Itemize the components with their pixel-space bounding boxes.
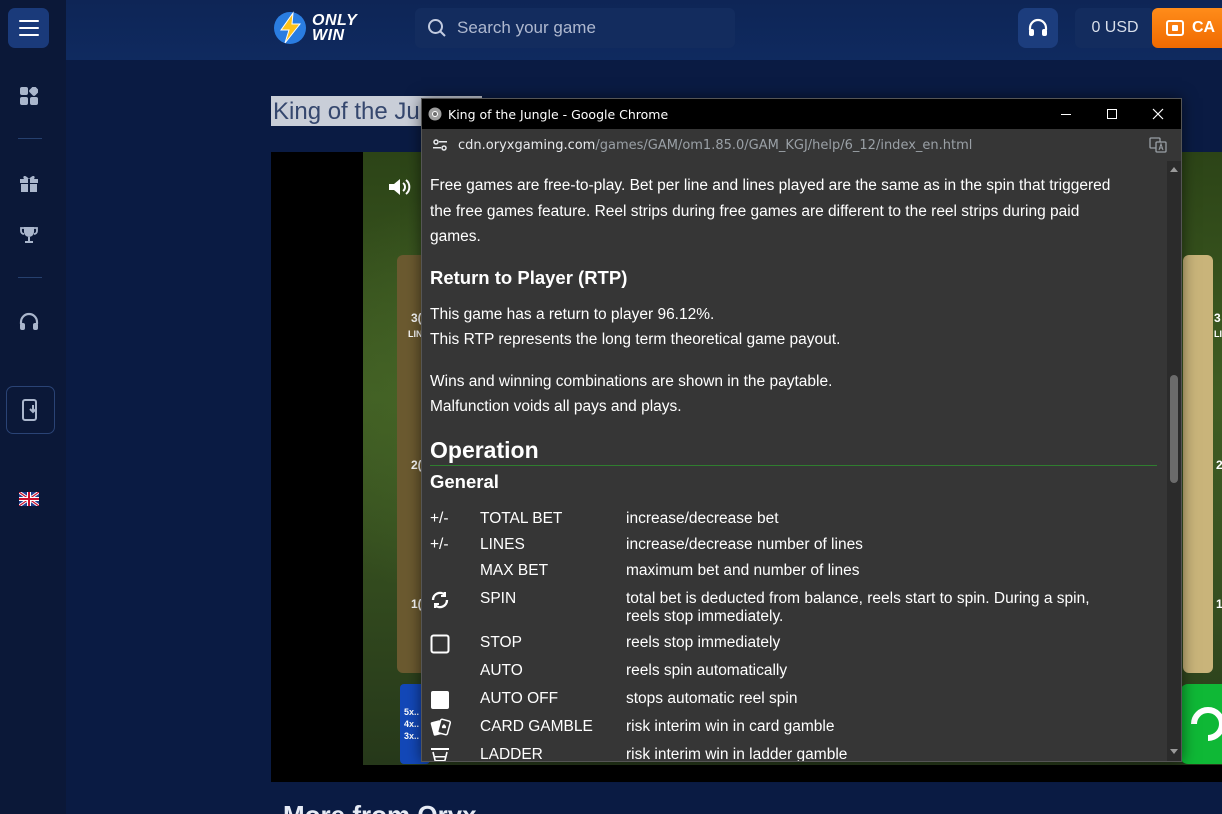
control-name: AUTO xyxy=(480,662,523,679)
url-text[interactable]: cdn.oryxgaming.com/games/GAM/om1.85.0/GA… xyxy=(458,138,972,153)
help-content[interactable]: Free games are free-to-play. Bet per lin… xyxy=(422,161,1167,761)
translate-icon[interactable] xyxy=(1149,137,1167,153)
cards-icon xyxy=(430,718,460,743)
scrollbar[interactable] xyxy=(1167,161,1181,761)
control-name: MAX BET xyxy=(480,562,549,579)
hamburger-icon xyxy=(18,20,39,36)
spin-icon xyxy=(430,590,460,615)
url-host: cdn.oryxgaming.com xyxy=(458,137,596,153)
control-row: CARD GAMBLE risk interim win in card gam… xyxy=(430,715,1150,741)
control-description: reels stop immediately xyxy=(626,634,781,651)
control-symbol: +/- xyxy=(430,536,449,553)
control-description: risk interim win in card gamble xyxy=(626,718,835,735)
window-title: King of the Jungle - Google Chrome xyxy=(448,106,669,122)
uk-flag-icon[interactable] xyxy=(14,484,44,514)
help-popup-window: King of the Jungle - Google Chrome cdn.o… xyxy=(421,98,1182,762)
site-info-icon[interactable] xyxy=(432,138,448,152)
control-row: +/- TOTAL BET increase/decrease bet xyxy=(430,507,1150,533)
control-name: LINES xyxy=(480,536,525,553)
menu-button[interactable] xyxy=(8,8,49,48)
speaker-icon xyxy=(389,179,411,195)
control-row: +/- LINES increase/decrease number of li… xyxy=(430,533,1150,559)
scroll-down-arrow[interactable] xyxy=(1170,749,1178,754)
ladder-icon xyxy=(430,746,460,761)
control-row: MAX BET maximum bet and number of lines xyxy=(430,559,1150,585)
sidebar-divider xyxy=(18,277,42,278)
control-description: total bet is deducted from balance, reel… xyxy=(626,590,1090,625)
wallet-icon xyxy=(1166,20,1184,36)
control-description: reels spin automatically xyxy=(626,662,788,679)
control-symbol: +/- xyxy=(430,510,449,527)
support-button[interactable] xyxy=(1018,8,1058,48)
lightning-logo-icon xyxy=(274,11,306,44)
search-icon xyxy=(428,19,446,37)
control-description: risk interim win in ladder gamble xyxy=(626,746,848,761)
control-description: stops automatic reel spin xyxy=(626,690,798,707)
control-name: CARD GAMBLE xyxy=(480,718,593,735)
control-row: STOP reels stop immediately xyxy=(430,631,1150,657)
control-description: increase/decrease bet xyxy=(626,510,779,527)
maximize-icon xyxy=(1107,109,1117,119)
section-divider xyxy=(430,465,1157,466)
trophy-icon[interactable] xyxy=(14,220,44,250)
control-name: AUTO OFF xyxy=(480,690,559,707)
install-app-button[interactable] xyxy=(6,386,55,434)
logo-text: ONLY WIN xyxy=(312,12,358,44)
auto-off-icon xyxy=(430,690,460,715)
gift-icon[interactable] xyxy=(14,168,44,198)
minimize-icon xyxy=(1061,114,1071,115)
cashier-label: CA xyxy=(1192,19,1216,36)
control-description: maximum bet and number of lines xyxy=(626,562,860,579)
payline-number: 3 xyxy=(1214,311,1221,325)
control-name: LADDER xyxy=(480,746,543,761)
control-name: TOTAL BET xyxy=(480,510,563,527)
payline-number: 2 xyxy=(1216,458,1222,472)
url-path: /games/GAM/om1.85.0/GAM_KGJ/help/6_12/in… xyxy=(595,137,973,153)
control-description: increase/decrease number of lines xyxy=(626,536,863,553)
free-games-text: Free games are free-to-play. Bet per lin… xyxy=(430,177,1111,245)
rtp-line: This RTP represents the long term theore… xyxy=(430,331,841,348)
spin-arrow-icon xyxy=(1191,707,1222,741)
chrome-icon xyxy=(428,107,442,121)
close-button[interactable] xyxy=(1135,99,1181,129)
more-games-heading: More from Oryx xyxy=(283,800,477,814)
wins-line: Wins and winning combinations are shown … xyxy=(430,373,833,390)
site-logo[interactable]: ONLY WIN xyxy=(272,10,357,46)
payline-label: LI xyxy=(1214,329,1222,339)
payline-number: 1 xyxy=(1216,597,1222,611)
sidebar xyxy=(0,0,66,814)
search-bar[interactable] xyxy=(415,8,735,48)
search-input[interactable] xyxy=(457,18,717,38)
rtp-heading: Return to Player (RTP) xyxy=(430,267,628,288)
scroll-up-arrow[interactable] xyxy=(1170,167,1178,172)
stop-icon xyxy=(430,634,460,659)
control-name: SPIN xyxy=(480,590,517,607)
address-bar[interactable]: cdn.oryxgaming.com/games/GAM/om1.85.0/GA… xyxy=(422,129,1181,161)
maximize-button[interactable] xyxy=(1089,99,1135,129)
minimize-button[interactable] xyxy=(1043,99,1089,129)
games-grid-icon[interactable] xyxy=(14,81,44,111)
scroll-thumb[interactable] xyxy=(1170,375,1178,483)
control-row: AUTO OFF stops automatic reel spin xyxy=(430,687,1150,713)
game-spin-button[interactable] xyxy=(1180,684,1222,764)
sound-toggle[interactable] xyxy=(387,176,413,203)
headset-icon[interactable] xyxy=(14,307,44,337)
malfunction-line: Malfunction voids all pays and plays. xyxy=(430,398,682,415)
control-name: STOP xyxy=(480,634,522,651)
headset-icon xyxy=(1028,18,1048,36)
operation-heading: Operation xyxy=(430,437,539,463)
control-row: SPIN total bet is deducted from balance,… xyxy=(430,587,1150,627)
game-right-paylines xyxy=(1183,255,1213,673)
control-row: LADDER risk interim win in ladder gamble xyxy=(430,743,1150,761)
control-row: AUTO reels spin automatically xyxy=(430,659,1150,685)
general-heading: General xyxy=(430,471,499,492)
rtp-line: This game has a return to player 96.12%. xyxy=(430,306,715,323)
close-icon xyxy=(1152,108,1164,120)
balance-value: 0 USD xyxy=(1091,19,1139,36)
cashier-button[interactable]: CA xyxy=(1152,8,1222,48)
sidebar-divider xyxy=(18,138,42,139)
balance-display[interactable]: 0 USD xyxy=(1075,8,1155,48)
download-app-icon xyxy=(21,399,37,421)
